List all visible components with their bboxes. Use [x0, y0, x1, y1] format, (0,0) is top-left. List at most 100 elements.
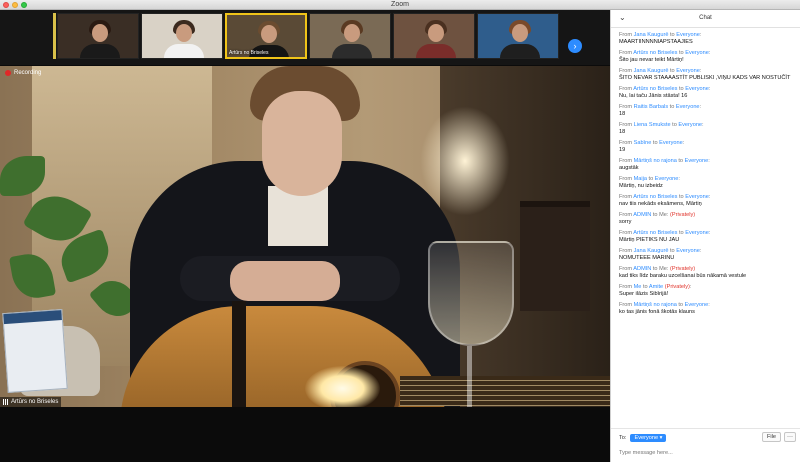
window-title: Zoom	[391, 1, 409, 8]
chat-message: From Liena Smukste to Everyone: 18	[619, 122, 795, 136]
chat-message: From Sabīne to Everyone: 19	[619, 140, 795, 154]
message-header: From Liena Smukste to Everyone:	[619, 122, 704, 128]
message-text: Nu, lai taču Jānis stāsta! 16	[619, 93, 688, 99]
message-recipient: Everyone	[684, 302, 709, 308]
message-text: Mārtiņ, nu izbeidz	[619, 183, 663, 189]
chat-message: From ADMIN to Me: (Privately) kad tiks lī…	[619, 266, 795, 280]
chat-message: From ADMIN to Me: (Privately) sorry	[619, 212, 795, 226]
message-sender[interactable]: Artūrs no Briseles	[633, 194, 677, 200]
message-recipient: Everyone	[676, 32, 700, 38]
message-text: nav tiis nekāds eksāmens, Mārtiņ	[619, 201, 702, 207]
chat-message: From Artūrs no Briseles to Everyone: Mārt…	[619, 230, 795, 244]
gallery-strip: Artūrs no Briseles ›	[0, 10, 610, 65]
message-sender[interactable]: ADMIN	[633, 212, 651, 218]
gallery-strip-edge	[53, 13, 56, 59]
record-dot-icon	[5, 70, 11, 76]
message-header: From ADMIN to Me: (Privately)	[619, 212, 696, 218]
signal-bars-icon	[3, 399, 9, 405]
message-header: From Jana Kaugurē to Everyone:	[619, 68, 702, 74]
message-recipient: Everyone	[676, 68, 700, 74]
private-tag: (Privately)	[669, 266, 696, 272]
active-speaker-video[interactable]: Recording Artūrs no Briseles	[0, 66, 610, 407]
chat-composer: To: Everyone ▾ File ···	[611, 428, 800, 462]
message-sender[interactable]: Artūrs no Briseles	[633, 86, 677, 92]
message-recipient: Everyone	[684, 158, 709, 164]
message-sender[interactable]: Jana Kaugurē	[634, 68, 669, 74]
recording-indicator[interactable]: Recording	[5, 70, 41, 76]
recording-label: Recording	[14, 70, 42, 76]
message-header: From Artūrs no Briseles to Everyone:	[619, 194, 711, 200]
chat-message: From Artūrs no Briseles to Everyone: Šito…	[619, 50, 795, 64]
message-text: Šito jau nevar teikt Mārtiņ!	[619, 57, 684, 63]
message-header: From Raitis Barbals to Everyone:	[619, 104, 702, 110]
message-sender[interactable]: Artūrs no Briseles	[633, 230, 677, 236]
title-bar: Zoom	[0, 0, 800, 10]
participant-thumbnail[interactable]	[477, 13, 559, 59]
participant-thumbnail[interactable]	[141, 13, 223, 59]
message-header: From Me to Amite (Privately):	[619, 284, 692, 290]
message-header: From Jana Kaugurē to Everyone:	[619, 32, 702, 38]
message-sender[interactable]: Mārtiņš no rajona	[634, 302, 677, 308]
chat-panel: ⌄ Chat From Jana Kaugurē to Everyone: MAA…	[610, 10, 800, 462]
message-header: From Artūrs no Briseles to Everyone:	[619, 50, 711, 56]
message-sender[interactable]: Raitis Barbals	[634, 104, 669, 110]
message-recipient: Everyone	[676, 248, 700, 254]
message-sender[interactable]: Artūrs no Briseles	[633, 50, 677, 56]
message-recipient: Everyone	[685, 230, 709, 236]
private-tag: (Privately)	[664, 284, 690, 290]
next-page-button[interactable]: ›	[568, 39, 582, 53]
message-text: NOMUTEEE MARINU	[619, 255, 675, 261]
more-options-button[interactable]: ···	[784, 432, 796, 442]
chat-message-input[interactable]	[619, 447, 793, 459]
message-text: MAARTIINNNNIAPSTAAJIES	[619, 39, 693, 45]
participant-name: Artūrs no Briseles	[229, 50, 269, 56]
recipient-row: To: Everyone ▾	[619, 434, 667, 442]
message-recipient: Everyone	[654, 176, 679, 182]
message-sender[interactable]: Mārtiņš no rajona	[634, 158, 677, 164]
message-sender[interactable]: Jana Kaugurē	[634, 32, 669, 38]
message-text: 18	[619, 129, 626, 135]
message-header: From Maija to Everyone:	[619, 176, 680, 182]
message-sender[interactable]: Liena Smukste	[634, 122, 671, 128]
participant-thumbnail[interactable]: Artūrs no Briseles	[225, 13, 307, 59]
zoom-window: Zoom Artūrs no Briseles › Recording Artū…	[0, 0, 800, 462]
message-sender[interactable]: Maija	[634, 176, 647, 182]
message-sender[interactable]: Sabīne	[634, 140, 652, 146]
message-text: ŠITO NEVAR STAAAASTĪT PUBLISKI ,VIŅU KAD…	[619, 75, 791, 81]
message-text: Super ilāzis Sibīrijā!	[619, 291, 669, 297]
chat-message: From Maija to Everyone: Mārtiņ, nu izbeid…	[619, 176, 795, 190]
message-sender[interactable]: ADMIN	[633, 266, 651, 272]
chat-message: From Jana Kaugurē to Everyone: ŠITO NEVAR…	[619, 68, 795, 82]
message-header: From Jana Kaugurē to Everyone:	[619, 248, 702, 254]
message-recipient: Everyone	[675, 104, 700, 110]
chat-message: From Artūrs no Briseles to Everyone: Nu, …	[619, 86, 795, 100]
chat-message: From Artūrs no Briseles to Everyone: nav …	[619, 194, 795, 208]
chat-message: From Jana Kaugurē to Everyone: MAARTIINNN…	[619, 32, 795, 46]
message-text: Mārtiņ PIETIKS NU JAU	[619, 237, 680, 243]
chat-message: From Jana Kaugurē to Everyone: NOMUTEEE M…	[619, 248, 795, 262]
chat-header: ⌄ Chat	[611, 10, 800, 28]
message-recipient: Amite	[648, 284, 664, 290]
participant-thumbnail[interactable]	[309, 13, 391, 59]
message-header: From Mārtiņš no rajona to Everyone:	[619, 302, 710, 308]
participant-thumbnail[interactable]	[393, 13, 475, 59]
message-recipient: Everyone	[678, 122, 703, 128]
message-text: 19	[619, 147, 626, 153]
message-header: From ADMIN to Me: (Privately)	[619, 266, 696, 272]
recipient-dropdown[interactable]: Everyone ▾	[630, 434, 667, 442]
chat-message: From Raitis Barbals to Everyone: 18	[619, 104, 795, 118]
chat-title: Chat	[699, 15, 712, 21]
message-text: 18	[619, 111, 626, 117]
message-text: sorry	[619, 219, 632, 225]
chevron-right-icon: ›	[573, 41, 577, 51]
file-button[interactable]: File	[761, 432, 781, 442]
message-text: augstāk	[619, 165, 639, 171]
chat-message-list[interactable]: From Jana Kaugurē to Everyone: MAARTIINNN…	[619, 32, 795, 432]
message-header: From Artūrs no Briseles to Everyone:	[619, 230, 711, 236]
meeting-area: Artūrs no Briseles › Recording Artūrs no…	[0, 10, 610, 462]
participant-thumbnail[interactable]	[57, 13, 139, 59]
message-header: From Artūrs no Briseles to Everyone:	[619, 86, 711, 92]
message-sender[interactable]: Jana Kaugurē	[634, 248, 669, 254]
message-recipient: Everyone	[685, 194, 709, 200]
message-text: ko tas jānis fonā škotās klauns	[619, 309, 695, 315]
